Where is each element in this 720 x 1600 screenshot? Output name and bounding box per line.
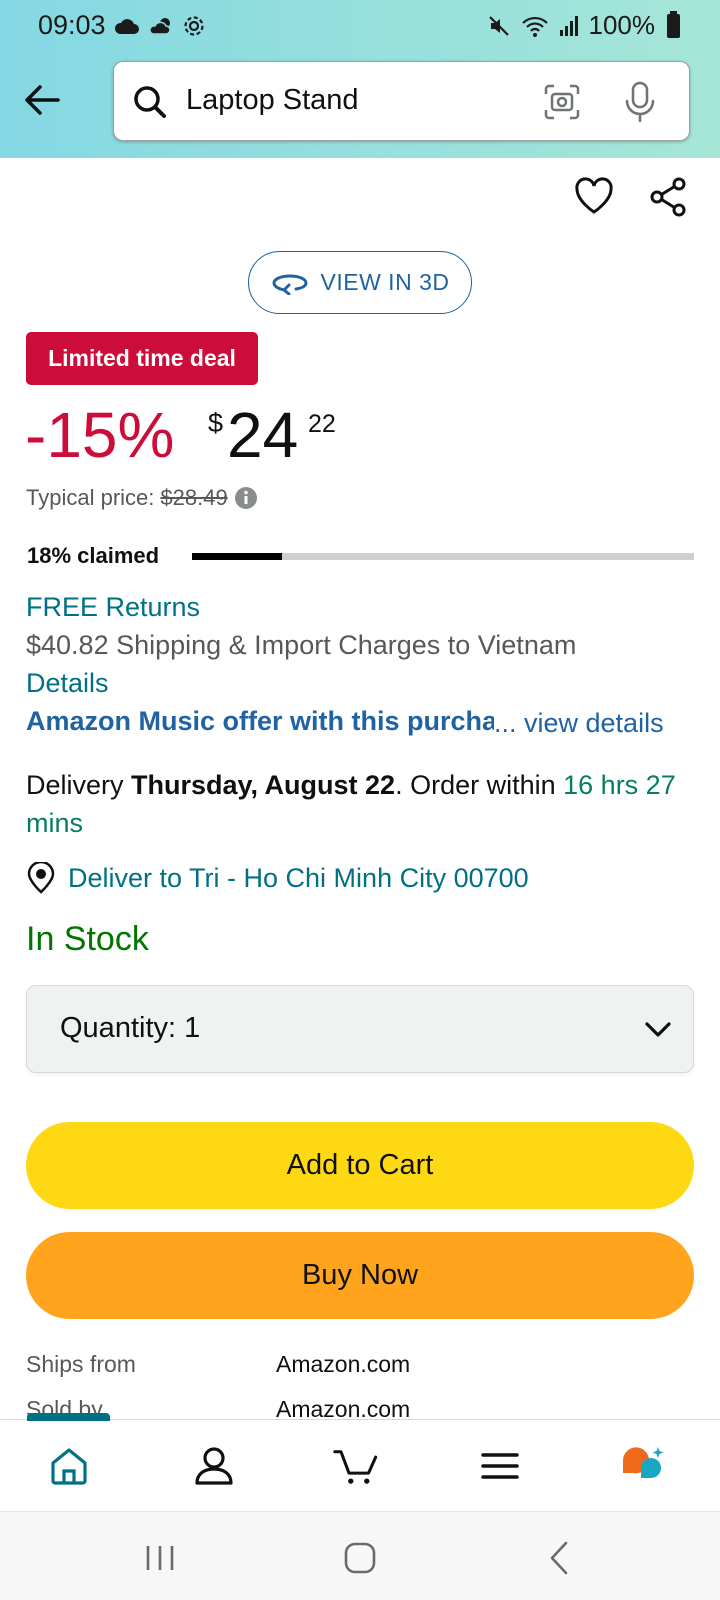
search-input[interactable]: Laptop Stand	[113, 61, 690, 141]
status-left-icons	[114, 14, 206, 38]
quantity-value: 1	[184, 1012, 201, 1044]
price-fraction: 22	[308, 410, 336, 438]
delivery-mid: . Order within	[395, 770, 564, 800]
deal-badge: Limited time deal	[26, 332, 258, 385]
claimed-label: 18% claimed	[27, 543, 160, 568]
view-details-link[interactable]: ... view details	[494, 708, 664, 739]
nav-cart[interactable]	[333, 1442, 381, 1490]
rufus-icon	[623, 1447, 664, 1478]
price-symbol: $	[208, 408, 224, 438]
nav-home[interactable]	[45, 1442, 93, 1490]
ships-from-label: Ships from	[26, 1351, 136, 1377]
quantity-select[interactable]: Quantity: 1	[26, 985, 694, 1073]
search-query: Laptop Stand	[186, 84, 359, 116]
microphone-icon[interactable]	[620, 80, 660, 124]
status-bar: 09:03 100%	[0, 0, 720, 52]
cart-icon	[333, 1450, 378, 1484]
home-icon	[51, 1448, 87, 1485]
battery-icon	[667, 10, 680, 38]
delivery-prefix: Delivery	[26, 770, 132, 800]
cloud-icon	[114, 19, 139, 34]
free-returns-link[interactable]: FREE Returns	[26, 592, 200, 623]
delivery-info: Delivery Thursday, August 22. Order with…	[26, 766, 696, 842]
shipping-charges: $40.82 Shipping & Import Charges to Viet…	[26, 630, 577, 660]
header: 09:03 100% Laptop Stand	[0, 0, 720, 158]
nav-rufus[interactable]	[620, 1442, 668, 1490]
nav-menu[interactable]	[476, 1442, 524, 1490]
view-in-3d-label: VIEW IN 3D	[320, 269, 450, 295]
system-nav-bar	[0, 1511, 720, 1600]
deliver-to-location[interactable]: Deliver to Tri - Ho Chi Minh City 00700	[26, 862, 529, 894]
details-link[interactable]: Details	[26, 668, 109, 699]
claimed-progress-bar	[192, 553, 694, 560]
mute-icon	[488, 15, 509, 36]
camera-scan-icon[interactable]	[542, 82, 582, 122]
heart-icon[interactable]	[573, 176, 615, 216]
claimed-progress-fill	[192, 553, 283, 560]
buy-now-button[interactable]: Buy Now	[26, 1232, 694, 1319]
typical-price: Typical price: $28.49	[26, 485, 258, 511]
status-right: 100%	[487, 10, 680, 41]
settings-gear-icon	[184, 16, 204, 36]
price-whole: 24	[227, 399, 299, 471]
account-icon	[195, 1447, 233, 1485]
stock-status: In Stock	[26, 920, 149, 958]
signal-icon	[559, 15, 578, 36]
view-in-3d-button[interactable]: VIEW IN 3D	[248, 251, 472, 314]
info-icon[interactable]	[234, 486, 258, 510]
rotate-3d-icon	[272, 273, 308, 295]
search-icon	[134, 86, 166, 118]
quantity-label: Quantity: 1	[60, 1012, 201, 1044]
ships-from-value: Amazon.com	[276, 1351, 411, 1377]
recent-apps-icon[interactable]	[140, 1538, 180, 1578]
delivery-date: Thursday, August 22	[131, 770, 396, 800]
nav-active-indicator	[27, 1413, 110, 1421]
menu-icon	[481, 1453, 519, 1479]
back-arrow-icon[interactable]	[20, 78, 64, 122]
weather-cloud-icon	[149, 18, 171, 35]
share-icon[interactable]	[648, 176, 688, 218]
wifi-icon	[521, 16, 548, 37]
discount-percent: -15%	[25, 399, 175, 471]
add-to-cart-button[interactable]: Add to Cart	[26, 1122, 694, 1209]
battery-percent: 100%	[588, 10, 656, 40]
typical-price-value: $28.49	[160, 485, 228, 510]
status-time: 09:03	[38, 10, 106, 40]
bottom-nav	[0, 1413, 720, 1511]
deliver-to-label: Deliver to Tri - Ho Chi Minh City 00700	[68, 862, 529, 893]
chevron-down-icon	[645, 1022, 671, 1037]
location-pin-icon	[27, 862, 55, 894]
nav-account[interactable]	[190, 1442, 238, 1490]
back-button-icon[interactable]	[540, 1538, 580, 1578]
typical-price-label: Typical price:	[26, 485, 155, 510]
music-offer-link[interactable]: Amazon Music offer with this purchase	[26, 706, 494, 737]
home-button-icon[interactable]	[340, 1538, 380, 1578]
